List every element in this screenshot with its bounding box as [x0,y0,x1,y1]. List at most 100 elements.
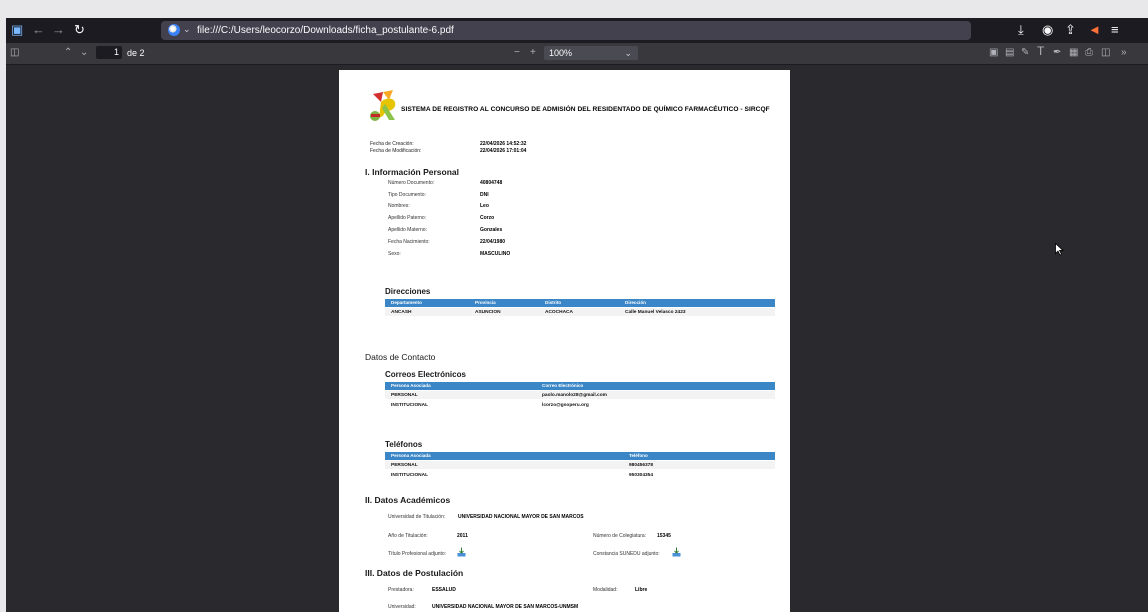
column-header: Persona Asociada [391,383,431,388]
zoom-select[interactable]: 100% ⌄ [544,46,638,60]
save-icon[interactable]: ◫ [1101,46,1110,60]
column-header: Dirección [625,300,646,305]
zoom-value: 100% [549,48,573,58]
sidebar-toggle-icon[interactable]: ◫ [10,46,19,60]
pdf-page: SISTEMA DE REGISTRO AL CONCURSO DE ADMIS… [339,70,790,612]
field-value: UNIVERSIDAD NACIONAL MAYOR DE SAN MARCOS… [432,604,579,610]
chevron-down-icon[interactable]: ⌄ [183,24,191,35]
telefonos-table-header: Persona Asociada Teléfono [385,452,775,460]
account-icon[interactable]: ◉ [1042,22,1053,38]
menu-icon[interactable]: ≡ [1111,22,1119,38]
extension-icon[interactable]: ◄ [1088,22,1101,38]
field-label: Modalidad: [593,587,618,593]
field-value: DNI [480,192,489,198]
extensions-icon[interactable]: ⇪ [1065,22,1076,38]
field-label: Número Documento: [388,180,435,186]
browser-window: ▣ ← → ↻ ⌄ file:///C:/Users/leocorzo/Down… [6,18,1148,612]
comment-icon[interactable]: ▣ [989,46,998,60]
title-bar: ▣ ← → ↻ ⌄ file:///C:/Users/leocorzo/Down… [6,18,1148,43]
field-label: Apellido Paterno: [388,215,427,221]
field-value: ESSALUD [432,587,456,593]
table-cell: PERSONAL [391,392,418,398]
field-value: Corzo [480,215,495,221]
table-row: INSTITUCIONAL 950304354 [385,471,775,479]
reload-icon[interactable]: ↻ [74,22,85,38]
image-add-icon[interactable]: ▤ [1005,46,1014,60]
meta-label: Fecha de Creación: [370,141,414,147]
sircqf-logo [370,90,396,121]
telefonos-heading: Teléfonos [385,440,423,449]
table-cell: PERSONAL [391,462,418,468]
section-heading-contacto: Datos de Contacto [365,352,436,362]
zoom-in-icon[interactable]: + [530,46,536,60]
table-cell: 950304354 [629,472,654,478]
field-label: Nombres: [388,203,410,209]
text-icon[interactable]: T [1037,44,1044,58]
table-cell: lcorzo@gsoperu.org [542,402,589,408]
field-value: Gonzales [480,227,503,233]
field-label: Número de Colegiatura: [593,533,647,539]
field-value: 2011 [457,533,468,539]
table-cell: ACOCHACA [545,309,573,315]
meta-label: Fecha de Modificación: [370,148,422,154]
column-header: Departamento [391,300,422,305]
column-header: Correo Electrónico [542,383,584,388]
column-header: Provincia [475,300,496,305]
document-title: SISTEMA DE REGISTRO AL CONCURSO DE ADMIS… [401,106,770,113]
download-icon[interactable]: ⤓ [1018,22,1024,38]
mouse-cursor-icon [1055,243,1064,256]
field-label: Tipo Documento: [388,192,426,198]
table-row: INSTITUCIONAL lcorzo@gsoperu.org [385,401,775,409]
page-count: de 2 [127,48,145,58]
chevron-down-icon: ⌄ [624,48,632,58]
table-cell: paolo.manolo28@gmail.com [542,392,607,398]
draw-icon[interactable]: ✒ [1053,46,1061,60]
direcciones-table-header: Departamento Provincia Distrito Direcció… [385,299,775,307]
table-cell: ASUNCION [475,309,501,315]
back-icon[interactable]: ← [32,22,45,38]
field-label: Año de Titulación: [388,533,428,539]
field-value: 40804748 [480,180,503,186]
previous-page-icon[interactable]: ⌃ [64,46,72,60]
correos-table-header: Persona Asociada Correo Electrónico [385,382,775,390]
column-header: Distrito [545,300,562,305]
field-value: Leo [480,203,489,209]
more-tools-icon[interactable]: » [1121,46,1127,60]
field-label: Apellido Materno: [388,227,427,233]
section-heading-academicos: II. Datos Académicos [365,495,451,505]
table-cell: 980456378 [629,462,654,468]
section-heading-personal: I. Información Personal [365,167,459,177]
pdf-viewer[interactable]: SISTEMA DE REGISTRO AL CONCURSO DE ADMIS… [6,65,1148,612]
site-icon[interactable] [168,24,180,36]
url-bar[interactable]: ⌄ file:///C:/Users/leocorzo/Downloads/fi… [161,21,971,40]
url-text[interactable]: file:///C:/Users/leocorzo/Downloads/fich… [197,24,454,37]
direcciones-heading: Direcciones [385,287,431,296]
table-cell: ANCASH [391,309,412,315]
download-file-icon[interactable] [672,547,681,557]
table-row: PERSONAL paolo.manolo28@gmail.com [385,391,775,399]
stamp-icon[interactable]: ▦ [1069,46,1078,60]
correos-heading: Correos Electrónicos [385,370,466,379]
print-icon[interactable]: ⎙ [1085,46,1093,60]
zoom-out-icon[interactable]: − [514,46,520,60]
highlight-icon[interactable]: ✎ [1021,46,1029,60]
pdf-toolbar: ◫ ⌃ ⌄ 1 de 2 − + 100% ⌄ ▣ ▤ ✎ T ✒ ▦ ⎙ ◫ … [6,43,1148,65]
field-value: Libre [635,587,648,593]
forward-icon[interactable]: → [52,22,65,38]
field-label: Universidad de Titulación: [388,514,446,520]
tab-icon[interactable]: ▣ [11,22,23,38]
meta-value: 22/04/2026 14:52:32 [480,141,527,147]
table-row: PERSONAL 980456378 [385,461,775,469]
column-header: Persona Asociada [391,453,431,458]
field-label: Fecha Nacimiento: [388,239,430,245]
section-heading-postulacion: III. Datos de Postulación [365,568,464,578]
next-page-icon[interactable]: ⌄ [80,46,88,60]
table-row: ANCASH ASUNCION ACOCHACA Calle Manuel Ve… [385,308,775,316]
meta-value: 22/04/2026 17:01:04 [480,148,527,154]
download-file-icon[interactable] [457,547,466,557]
column-header: Teléfono [629,453,648,458]
page-number-input[interactable]: 1 [96,46,122,59]
field-label: Sexo: [388,251,401,257]
field-value: 15345 [657,533,671,539]
field-value: MASCULINO [480,251,511,257]
